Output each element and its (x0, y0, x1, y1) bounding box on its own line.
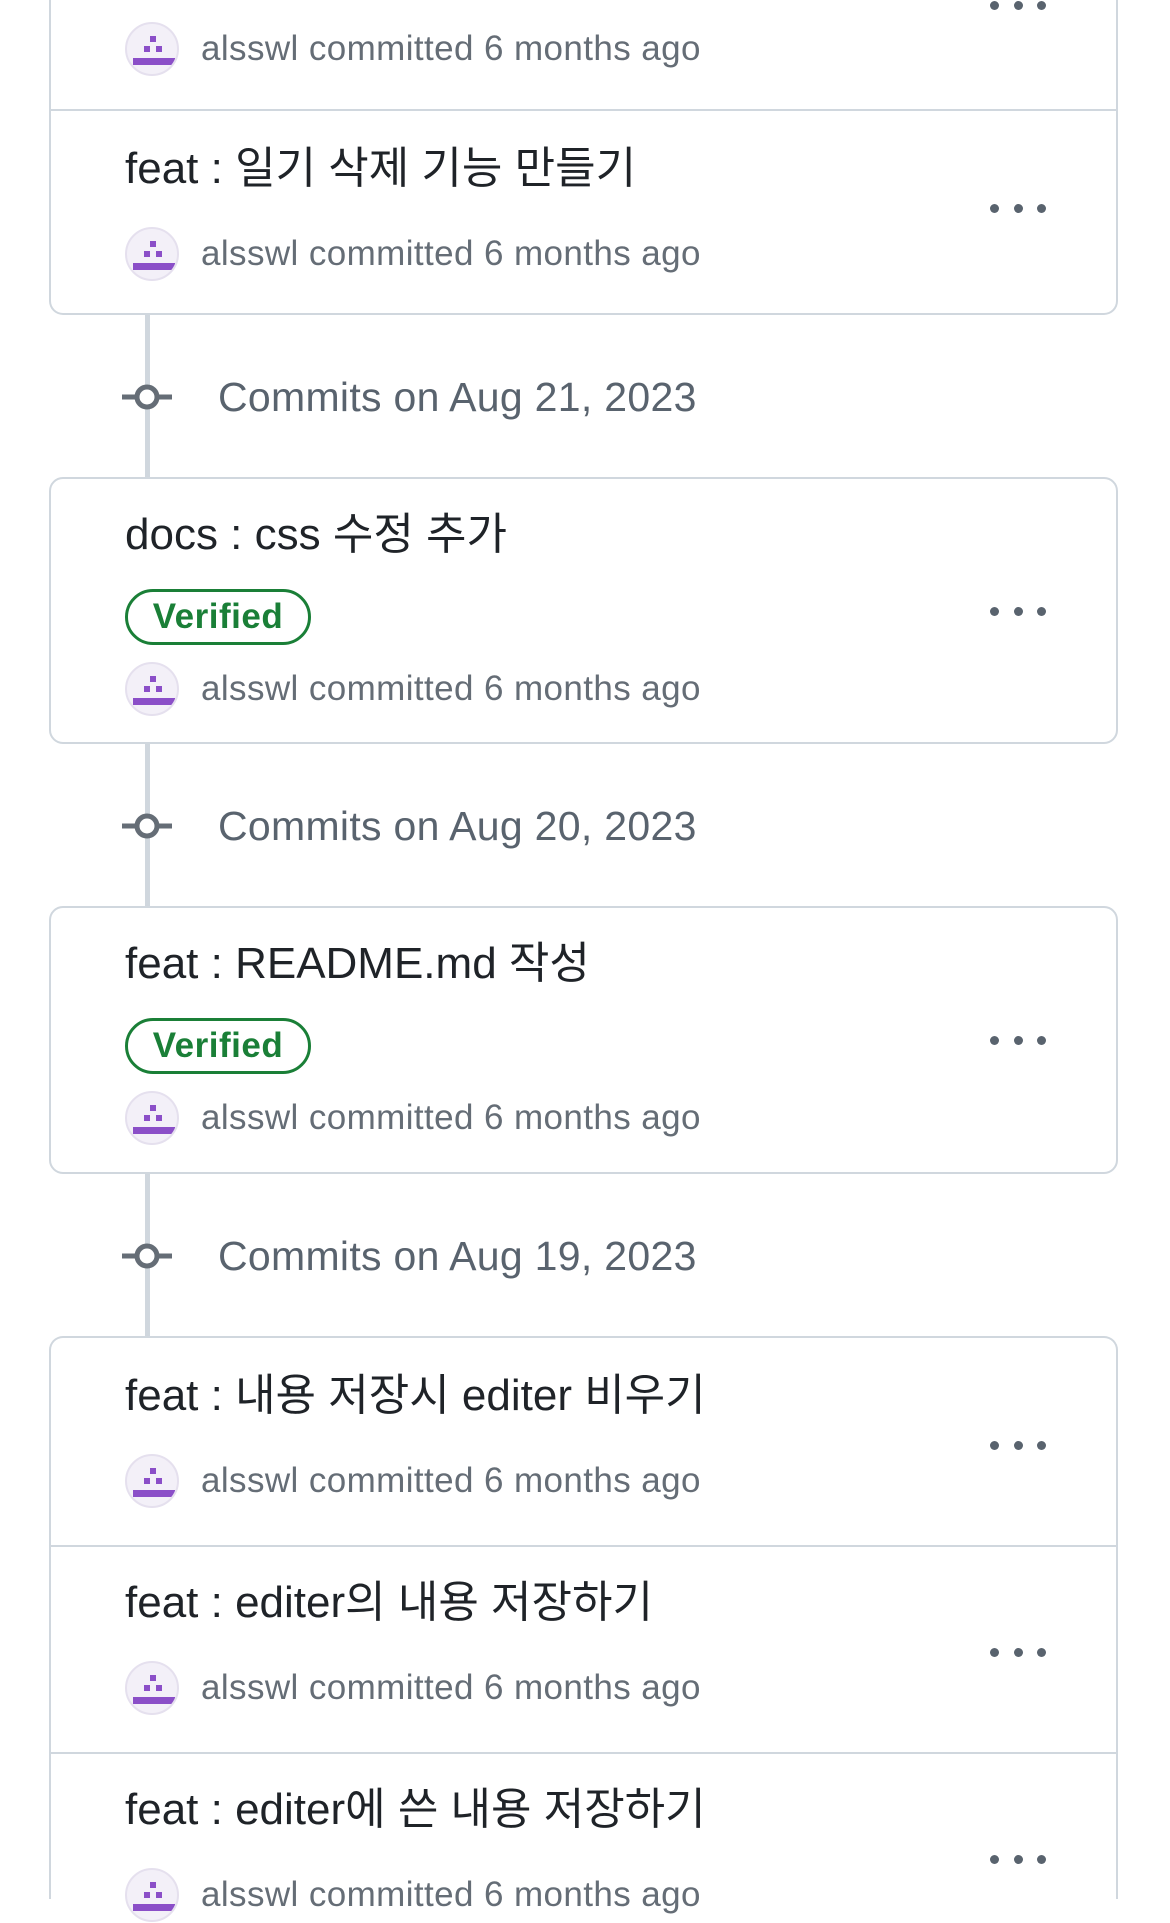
commit-author-meta: alsswl committed 6 months ago (201, 669, 701, 708)
more-options-button[interactable] (990, 596, 1046, 626)
commit-meta: alsswl committed 6 months ago (125, 226, 701, 282)
dot-icon (1013, 1854, 1023, 1864)
dot-icon (1037, 606, 1046, 616)
commit-author-meta: alsswl committed 6 months ago (201, 29, 701, 68)
commit-title[interactable]: feat : 내용 저장시 editer 비우기 (125, 1370, 706, 1422)
dot-icon (1013, 1440, 1023, 1450)
dot-icon (990, 1854, 999, 1864)
dot-icon (1037, 1035, 1046, 1045)
commit-author-meta: alsswl committed 6 months ago (201, 234, 701, 273)
dot-icon (1037, 1854, 1046, 1864)
avatar[interactable] (125, 1091, 179, 1145)
commit-title[interactable]: feat : editer에 쓴 내용 저장하기 (125, 1784, 706, 1836)
dot-icon (990, 203, 999, 213)
day-group-header: Commits on Aug 21, 2023 (120, 367, 697, 427)
commit-title[interactable]: feat : README.md 작성 (125, 938, 590, 990)
commit-author-meta: alsswl committed 6 months ago (201, 1668, 701, 1707)
avatar[interactable] (125, 227, 179, 281)
commit-row[interactable]: feat : 내용 저장시 editer 비우기 alsswl committe… (51, 1338, 1116, 1545)
avatar[interactable] (125, 1868, 179, 1922)
git-commit-icon (120, 1236, 174, 1276)
commit-row[interactable]: feat : editer에 쓴 내용 저장하기 alsswl committe… (51, 1752, 1116, 1922)
commit-meta: alsswl committed 6 months ago (125, 21, 701, 77)
commit-group-card: docs : css 수정 추가 Verified alsswl committ… (49, 477, 1118, 744)
avatar[interactable] (125, 1454, 179, 1508)
day-group-header: Commits on Aug 20, 2023 (120, 796, 697, 856)
commit-row[interactable]: alsswl committed 6 months ago (51, 0, 1116, 110)
more-options-button[interactable] (990, 1025, 1046, 1055)
commit-row[interactable]: feat : README.md 작성 Verified alsswl comm… (51, 908, 1116, 1176)
dot-icon (1037, 203, 1046, 213)
dot-icon (1013, 203, 1023, 213)
avatar[interactable] (125, 1661, 179, 1715)
commit-group-card: alsswl committed 6 months ago feat : 일기 … (49, 0, 1118, 315)
more-options-button[interactable] (990, 1844, 1046, 1874)
more-options-button[interactable] (990, 1430, 1046, 1460)
dot-icon (990, 1035, 999, 1045)
commit-author-meta: alsswl committed 6 months ago (201, 1875, 701, 1914)
more-options-button[interactable] (990, 193, 1046, 223)
avatar[interactable] (125, 662, 179, 716)
dot-icon (1013, 1647, 1023, 1657)
more-options-button[interactable] (990, 1637, 1046, 1667)
more-options-button[interactable] (990, 0, 1046, 20)
commit-row[interactable]: docs : css 수정 추가 Verified alsswl committ… (51, 479, 1116, 746)
dot-icon (1013, 0, 1023, 10)
git-commit-icon (120, 806, 174, 846)
commit-meta: alsswl committed 6 months ago (125, 1090, 701, 1146)
dot-icon (1037, 1647, 1046, 1657)
dot-icon (1037, 0, 1046, 10)
dot-icon (990, 1647, 999, 1657)
commit-meta: alsswl committed 6 months ago (125, 1867, 701, 1923)
commit-title[interactable]: feat : editer의 내용 저장하기 (125, 1577, 653, 1629)
commit-title[interactable]: feat : 일기 삭제 기능 만들기 (125, 143, 636, 195)
commit-author-meta: alsswl committed 6 months ago (201, 1098, 701, 1137)
dot-icon (1013, 1035, 1023, 1045)
commit-title[interactable]: docs : css 수정 추가 (125, 509, 507, 561)
commit-author-meta: alsswl committed 6 months ago (201, 1461, 701, 1500)
dot-icon (1037, 1440, 1046, 1450)
commit-meta: alsswl committed 6 months ago (125, 1453, 701, 1509)
dot-icon (990, 0, 999, 10)
dot-icon (990, 1440, 999, 1450)
verified-badge[interactable]: Verified (125, 1018, 311, 1074)
commit-group-card: feat : 내용 저장시 editer 비우기 alsswl committe… (49, 1336, 1118, 1922)
avatar[interactable] (125, 22, 179, 76)
dot-icon (990, 606, 999, 616)
day-group-label: Commits on Aug 20, 2023 (218, 802, 697, 849)
commit-row[interactable]: feat : editer의 내용 저장하기 alsswl committed … (51, 1545, 1116, 1752)
dot-icon (1013, 606, 1023, 616)
commit-group-card: feat : README.md 작성 Verified alsswl comm… (49, 906, 1118, 1174)
day-group-label: Commits on Aug 19, 2023 (218, 1232, 697, 1279)
git-commit-icon (120, 377, 174, 417)
day-group-header: Commits on Aug 19, 2023 (120, 1226, 697, 1286)
verified-badge[interactable]: Verified (125, 589, 311, 645)
commit-row[interactable]: feat : 일기 삭제 기능 만들기 alsswl committed 6 m… (51, 109, 1116, 315)
commit-meta: alsswl committed 6 months ago (125, 1660, 701, 1716)
commit-meta: alsswl committed 6 months ago (125, 661, 701, 717)
day-group-label: Commits on Aug 21, 2023 (218, 373, 697, 420)
